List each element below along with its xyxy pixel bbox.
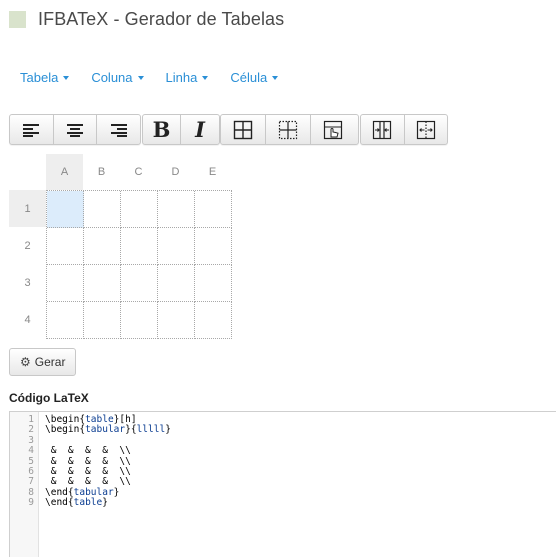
column-headers: A B C D E xyxy=(46,154,231,190)
gerar-button[interactable]: ⚙ Gerar xyxy=(9,348,77,376)
grid-cell-d2[interactable] xyxy=(158,228,195,265)
grid-cell-b1[interactable] xyxy=(84,191,121,228)
line-number: 9 xyxy=(28,497,34,509)
row-header-3[interactable]: 3 xyxy=(9,264,46,301)
align-center-button[interactable] xyxy=(52,115,97,144)
align-left-icon xyxy=(23,123,40,137)
row-header-2[interactable]: 2 xyxy=(9,227,46,264)
grid-cell-e3[interactable] xyxy=(195,265,232,302)
menu-label: Linha xyxy=(165,70,198,85)
grid-cell-b2[interactable] xyxy=(84,228,121,265)
italic-icon: I xyxy=(195,117,205,142)
caret-down-icon xyxy=(202,75,209,80)
bold-button[interactable]: B xyxy=(143,115,180,144)
grid-cell-c4[interactable] xyxy=(121,302,158,339)
grid-cell-d4[interactable] xyxy=(158,302,195,339)
column-header-e[interactable]: E xyxy=(194,154,231,190)
code-section-title: Código LaTeX xyxy=(9,391,89,405)
alignment-group xyxy=(9,114,141,145)
grid-cell-d1[interactable] xyxy=(158,191,195,228)
menu-bar: Tabela Coluna Linha Célula xyxy=(20,70,300,85)
latex-code[interactable]: \begin{table}[h] \begin{tabular}{lllll} &… xyxy=(45,414,171,509)
grid-cell-c3[interactable] xyxy=(121,265,158,302)
align-center-icon xyxy=(67,123,83,137)
caret-down-icon xyxy=(137,75,144,80)
menu-label: Célula xyxy=(230,70,268,85)
italic-button[interactable]: I xyxy=(180,115,219,144)
column-header-b[interactable]: B xyxy=(83,154,120,190)
row-header-4[interactable]: 4 xyxy=(9,301,46,338)
row-header-1[interactable]: 1 xyxy=(9,190,46,227)
app-title: IFBATeX - Gerador de Tabelas xyxy=(38,8,285,29)
menu-label: Coluna xyxy=(91,70,133,85)
inner-borders-icon xyxy=(278,120,298,139)
cell-area xyxy=(46,190,232,339)
gerar-label: Gerar xyxy=(34,355,66,369)
menu-coluna[interactable]: Coluna xyxy=(91,70,144,85)
grid-cell-c2[interactable] xyxy=(121,228,158,265)
grid-cell-c1[interactable] xyxy=(121,191,158,228)
split-cells-icon xyxy=(416,120,435,139)
merge-cells-icon xyxy=(373,120,392,139)
caret-down-icon xyxy=(272,75,279,80)
grid-cell-a1[interactable] xyxy=(47,191,84,228)
align-right-button[interactable] xyxy=(96,115,140,144)
grid-cell-a4[interactable] xyxy=(47,302,84,339)
column-header-a[interactable]: A xyxy=(46,154,83,190)
grid-cell-a3[interactable] xyxy=(47,265,84,302)
gears-icon: ⚙ xyxy=(20,355,31,369)
logo-icon xyxy=(9,10,26,28)
grid-cell-b4[interactable] xyxy=(84,302,121,339)
split-cells-button[interactable] xyxy=(403,115,448,144)
line-number-gutter: 123456789 xyxy=(10,412,39,557)
menu-celula[interactable]: Célula xyxy=(230,70,279,85)
caret-down-icon xyxy=(63,75,70,80)
menu-tabela[interactable]: Tabela xyxy=(20,70,70,85)
line-numbers: 123456789 xyxy=(10,414,34,509)
code-line: \begin{tabular}{lllll} xyxy=(45,424,171,436)
menu-label: Tabela xyxy=(20,70,59,85)
grid-cell-e2[interactable] xyxy=(195,228,232,265)
align-left-button[interactable] xyxy=(10,115,53,144)
inner-borders-button[interactable] xyxy=(265,115,310,144)
column-header-d[interactable]: D xyxy=(157,154,194,190)
latex-code-editor[interactable]: 123456789 \begin{table}[h] \begin{tabular… xyxy=(9,411,556,557)
code-line: \end{table} xyxy=(45,497,108,509)
merge-split-group xyxy=(360,114,448,145)
merge-cells-button[interactable] xyxy=(361,115,404,144)
select-cells-button[interactable] xyxy=(310,115,355,144)
app-header: IFBATeX - Gerador de Tabelas xyxy=(9,6,284,32)
all-borders-button[interactable] xyxy=(221,115,265,144)
border-group xyxy=(220,114,359,145)
grid-cell-e1[interactable] xyxy=(195,191,232,228)
text-style-group: B I xyxy=(142,114,220,145)
grid-cell-b3[interactable] xyxy=(84,265,121,302)
menu-linha[interactable]: Linha xyxy=(166,70,209,85)
bold-icon: B xyxy=(152,117,171,142)
select-cells-icon xyxy=(323,120,343,139)
align-right-icon xyxy=(110,123,127,137)
column-header-c[interactable]: C xyxy=(120,154,157,190)
all-borders-icon xyxy=(233,120,253,139)
grid-cell-a2[interactable] xyxy=(47,228,84,265)
grid-cell-d3[interactable] xyxy=(158,265,195,302)
grid-cell-e4[interactable] xyxy=(195,302,232,339)
